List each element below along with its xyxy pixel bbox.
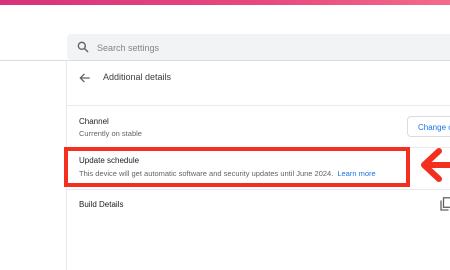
divider [67, 105, 450, 106]
learn-more-link[interactable]: Learn more [337, 169, 375, 178]
change-channel-button[interactable]: Change c [407, 116, 450, 137]
settings-header [0, 5, 450, 61]
settings-content: Additional details Channel Currently on … [64, 61, 450, 270]
search-box[interactable] [67, 34, 450, 60]
divider [67, 189, 450, 190]
highlight-box [64, 147, 410, 187]
update-schedule-text: This device will get automatic software … [79, 169, 334, 178]
divider [67, 147, 450, 148]
build-details-title: Build Details [79, 200, 124, 209]
back-arrow-icon[interactable] [78, 71, 92, 85]
page-title: Additional details [103, 72, 172, 82]
copy-icon[interactable] [440, 197, 450, 211]
page-header: Additional details [67, 61, 450, 105]
channel-subtitle: Currently on stable [79, 129, 142, 138]
search-input[interactable] [95, 38, 439, 58]
channel-title: Channel [79, 117, 109, 126]
search-icon [77, 41, 89, 53]
update-schedule-description: This device will get automatic software … [79, 169, 376, 178]
settings-sidebar [0, 61, 67, 270]
update-schedule-title: Update schedule [79, 156, 140, 165]
red-pointer-arrow [421, 148, 450, 182]
